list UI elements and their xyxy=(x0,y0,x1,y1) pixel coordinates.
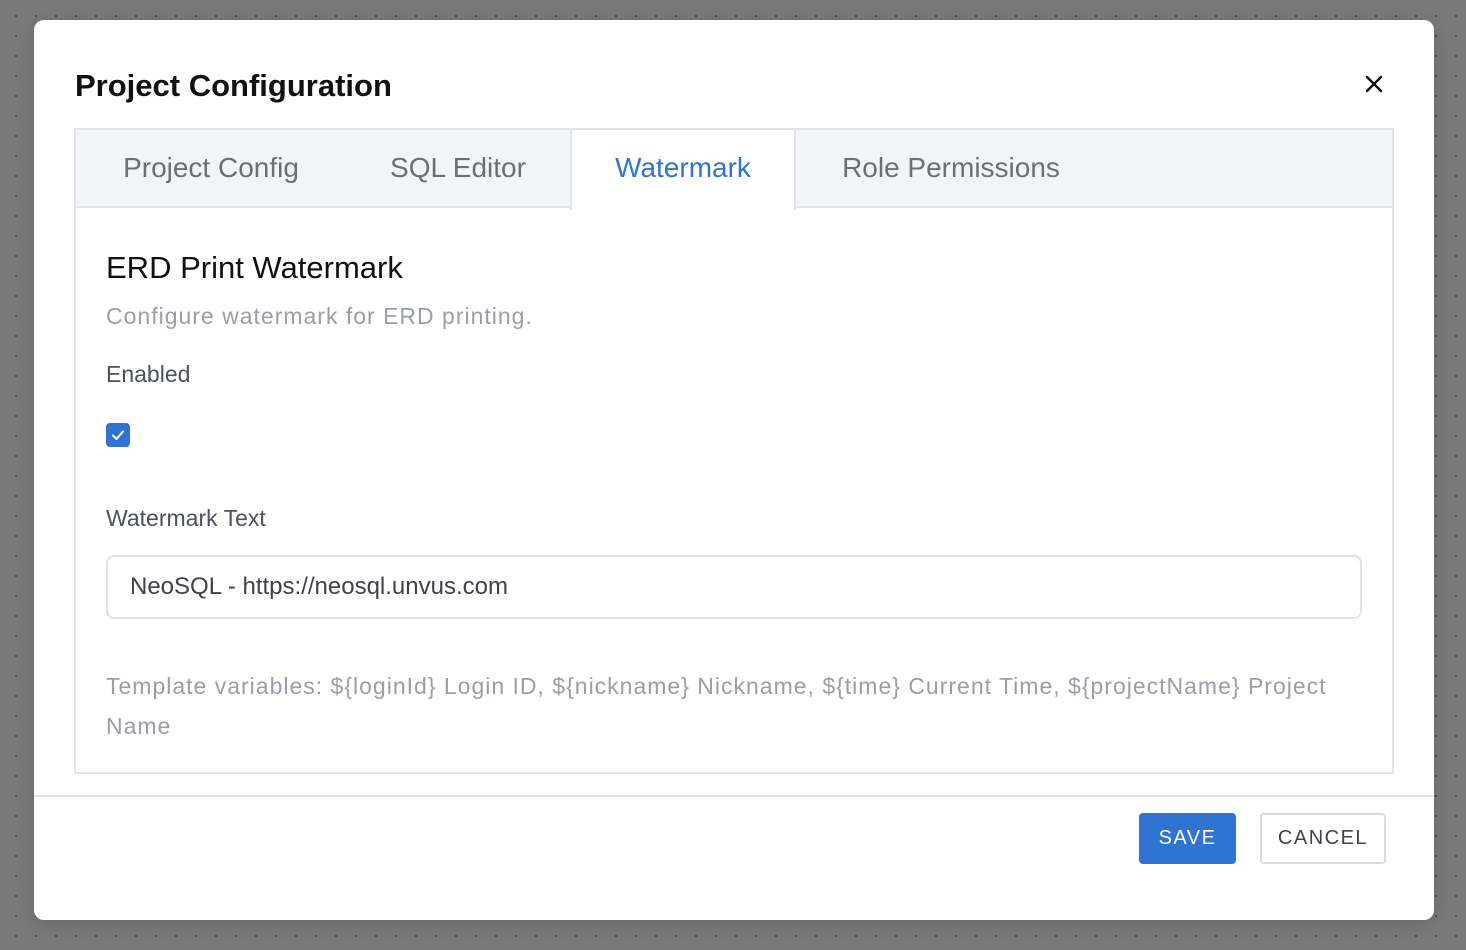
close-button[interactable] xyxy=(1356,66,1392,102)
section-title: ERD Print Watermark xyxy=(106,250,403,285)
tab-bar: Project Config SQL Editor Watermark Role… xyxy=(76,130,1392,210)
tab-sql-editor[interactable]: SQL Editor xyxy=(346,130,570,208)
close-icon xyxy=(1365,75,1383,93)
template-variables-hint: Template variables: ${loginId} Login ID,… xyxy=(106,673,1327,739)
tab-project-config[interactable]: Project Config xyxy=(76,130,346,208)
checkmark-icon xyxy=(112,430,124,440)
watermark-text-label: Watermark Text xyxy=(106,505,266,531)
footer-divider xyxy=(34,795,1434,797)
enabled-checkbox[interactable] xyxy=(106,423,130,447)
cancel-button[interactable]: CANCEL xyxy=(1260,813,1386,864)
tab-role-permissions[interactable]: Role Permissions xyxy=(796,130,1106,208)
tab-watermark[interactable]: Watermark xyxy=(570,130,796,210)
dialog-title: Project Configuration xyxy=(75,68,392,103)
watermark-text-input[interactable] xyxy=(106,555,1362,619)
project-configuration-dialog: Project Configuration Project Config SQL… xyxy=(34,20,1434,920)
enabled-label: Enabled xyxy=(106,361,191,387)
save-button[interactable]: SAVE xyxy=(1139,813,1236,864)
section-description: Configure watermark for ERD printing. xyxy=(106,303,533,329)
tabs-panel: Project Config SQL Editor Watermark Role… xyxy=(74,128,1394,774)
